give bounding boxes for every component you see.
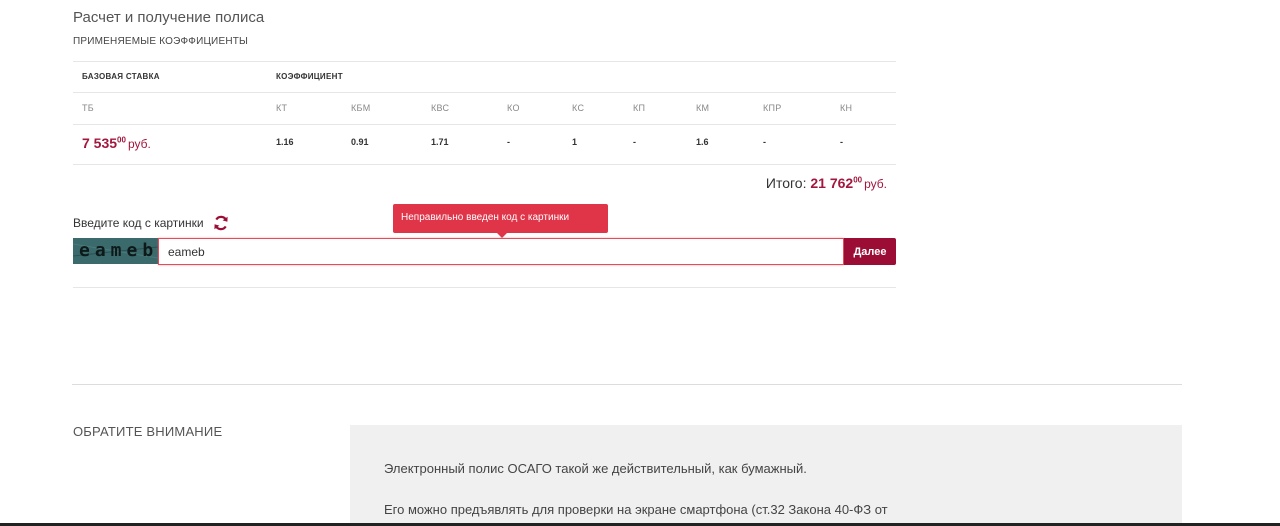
captcha-image-text: eameb <box>79 240 158 261</box>
next-button[interactable]: Далее <box>844 238 896 265</box>
total-amount: 21 762 <box>810 175 854 191</box>
value-kbm: 0.91 <box>351 137 369 147</box>
col-header-km: КМ <box>696 103 710 113</box>
value-kp: - <box>633 137 636 147</box>
col-header-kpr: КПР <box>763 103 782 113</box>
col-header-kt: КТ <box>276 103 288 113</box>
notice-heading: ОБРАТИТЕ ВНИМАНИЕ <box>73 424 223 439</box>
value-kt: 1.16 <box>276 137 294 147</box>
refresh-icon[interactable] <box>213 215 229 231</box>
col-header-tb: ТБ <box>82 103 95 113</box>
value-km: 1.6 <box>696 137 709 147</box>
table-divider <box>73 61 896 62</box>
col-header-ks: КС <box>572 103 585 113</box>
col-header-kbm: КБМ <box>351 103 371 113</box>
error-tooltip: Неправильно введен код с картинки <box>393 204 608 233</box>
notice-text: Его можно предъявлять для проверки на эк… <box>384 502 888 517</box>
value-kvs: 1.71 <box>431 137 449 147</box>
coefficients-subtitle: ПРИМЕНЯЕМЫЕ КОЭФФИЦИЕНТЫ <box>73 36 249 47</box>
total-currency: руб. <box>864 177 887 191</box>
value-ko: - <box>507 137 510 147</box>
table-divider <box>73 124 896 125</box>
total-price: Итого: 21 76200 руб. <box>766 175 887 191</box>
captcha-input[interactable] <box>158 238 844 265</box>
total-label: Итого: <box>765 175 807 191</box>
captcha-label: Введите код с картинки <box>73 216 204 230</box>
value-kn: - <box>840 137 843 147</box>
col-header-kp: КП <box>633 103 646 113</box>
col-header-ko: КО <box>507 103 520 113</box>
base-rate-kopecks: 00 <box>117 135 126 145</box>
page-title: Расчет и получение полиса <box>73 9 265 26</box>
section-divider <box>73 287 896 288</box>
value-ks: 1 <box>572 137 578 147</box>
value-kpr: - <box>763 137 766 147</box>
col-header-kvs: КВС <box>431 103 450 113</box>
coefficient-header: КОЭФФИЦИЕНТ <box>276 72 343 81</box>
col-header-kn: КН <box>840 103 853 113</box>
base-rate-value: 7 53500 руб. <box>82 135 151 151</box>
table-divider <box>73 164 896 165</box>
notice-box: Электронный полис ОСАГО такой же действи… <box>350 425 1182 526</box>
captcha-image: eameb <box>73 238 158 264</box>
base-rate-currency: руб. <box>127 137 151 151</box>
base-rate-amount: 7 535 <box>82 135 118 151</box>
notice-text: Электронный полис ОСАГО такой же действи… <box>384 461 807 476</box>
table-divider <box>73 92 896 93</box>
section-divider <box>72 384 1182 385</box>
base-rate-header: БАЗОВАЯ СТАВКА <box>82 72 160 81</box>
total-kopecks: 00 <box>853 175 863 185</box>
